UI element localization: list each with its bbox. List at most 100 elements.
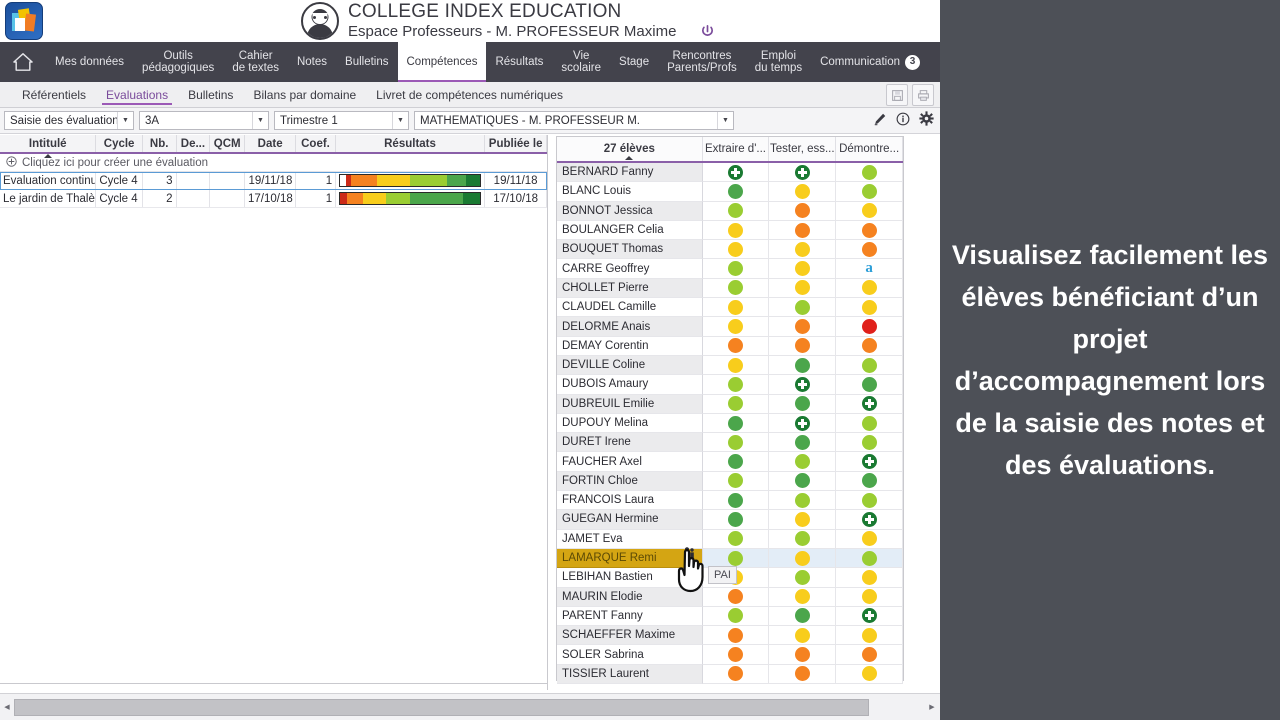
- competency-cell[interactable]: [769, 394, 837, 414]
- info-icon[interactable]: [896, 112, 910, 131]
- subnav-item-bilans-par-domaine[interactable]: Bilans par domaine: [243, 83, 366, 107]
- student-row[interactable]: DUPOUY Melina: [557, 413, 904, 434]
- chevron-down-icon[interactable]: ▼: [252, 112, 268, 129]
- competency-cell[interactable]: [769, 298, 837, 318]
- window-scroll-right-arrow[interactable]: ▶: [924, 703, 940, 711]
- competency-cell[interactable]: [702, 355, 770, 376]
- mode-select[interactable]: Saisie des évaluations ▼: [4, 111, 134, 130]
- student-row[interactable]: FORTIN Chloe: [557, 471, 904, 492]
- competency-cell[interactable]: [769, 317, 837, 337]
- competency-cell[interactable]: [769, 163, 837, 183]
- competency-cell[interactable]: [769, 355, 837, 376]
- competency-cell[interactable]: [836, 664, 904, 685]
- competency-cell[interactable]: [702, 163, 770, 183]
- competency-cell[interactable]: [836, 529, 904, 549]
- competency-cell[interactable]: [836, 317, 904, 337]
- chevron-down-icon[interactable]: ▼: [117, 112, 133, 129]
- student-row[interactable]: BOULANGER Celia: [557, 220, 904, 241]
- competency-cell[interactable]: [769, 548, 837, 569]
- competency-cell[interactable]: [836, 375, 904, 395]
- chevron-down-icon[interactable]: ▼: [717, 112, 733, 129]
- subnav-item-evaluations[interactable]: Evaluations: [96, 83, 178, 107]
- competency-cell[interactable]: [769, 626, 837, 646]
- competency-cell[interactable]: [836, 433, 904, 453]
- window-scroll-thumb[interactable]: [14, 698, 869, 716]
- student-row[interactable]: CARRE Geoffrey a: [557, 259, 904, 279]
- competency-cell[interactable]: [769, 452, 837, 472]
- competency-cell[interactable]: [702, 413, 770, 434]
- competency-cell[interactable]: [702, 298, 770, 318]
- chevron-down-icon[interactable]: ▼: [392, 112, 408, 129]
- competency-cell[interactable]: [702, 510, 770, 530]
- nav-item-emploi-du-temps[interactable]: Emploi du temps: [746, 42, 811, 82]
- student-row[interactable]: FAUCHER Axel: [557, 452, 904, 472]
- eval-col-publi-e-le[interactable]: Publiée le: [485, 135, 547, 152]
- competency-cell[interactable]: [836, 606, 904, 627]
- competency-cell[interactable]: [702, 240, 770, 260]
- competency-cell[interactable]: [836, 491, 904, 511]
- create-evaluation-row[interactable]: Cliquez ici pour créer une évaluation: [0, 154, 547, 172]
- student-row[interactable]: JAMET Eva: [557, 529, 904, 549]
- eval-col-coef[interactable]: Coef.: [296, 135, 336, 152]
- nav-item-cahier-de-textes[interactable]: Cahier de textes: [223, 42, 288, 82]
- competency-cell[interactable]: [836, 355, 904, 376]
- competency-cell[interactable]: [702, 491, 770, 511]
- competency-cell[interactable]: [702, 606, 770, 627]
- eval-col-de[interactable]: De...: [177, 135, 211, 152]
- competency-cell[interactable]: [769, 606, 837, 627]
- evaluation-row[interactable]: Evaluation continu Cycle 4 3 19/11/18 1 19/11…: [0, 172, 547, 190]
- nav-item-r-sultats[interactable]: Résultats: [486, 42, 552, 82]
- competency-cell[interactable]: [702, 645, 770, 665]
- home-icon[interactable]: [0, 42, 46, 82]
- competency-cell[interactable]: [702, 626, 770, 646]
- competency-cell[interactable]: [702, 201, 770, 221]
- student-row[interactable]: TISSIER Laurent: [557, 664, 904, 685]
- subnav-item-livret-de-comp-tences-num-riques[interactable]: Livret de compétences numériques: [366, 83, 573, 107]
- competency-cell[interactable]: [702, 452, 770, 472]
- eval-col-nb[interactable]: Nb.: [143, 135, 177, 152]
- nav-item-notes[interactable]: Notes: [288, 42, 336, 82]
- competency-cell[interactable]: [836, 413, 904, 434]
- competency-cell[interactable]: [702, 529, 770, 549]
- competency-cell[interactable]: [836, 201, 904, 221]
- competency-cell[interactable]: [769, 220, 837, 241]
- window-hscrollbar[interactable]: ◀ ▶: [0, 693, 940, 720]
- competency-cell[interactable]: [836, 240, 904, 260]
- competency-cell[interactable]: [836, 182, 904, 202]
- competency-cell[interactable]: [702, 278, 770, 299]
- settings-gear-icon[interactable]: [919, 111, 934, 131]
- competency-cell[interactable]: [702, 433, 770, 453]
- competency-cell[interactable]: [836, 298, 904, 318]
- competency-col-0[interactable]: Extraire d'...: [703, 137, 770, 161]
- competency-cell[interactable]: [769, 645, 837, 665]
- competency-cell[interactable]: [769, 278, 837, 299]
- students-count-header[interactable]: 27 élèves: [557, 137, 703, 161]
- window-scroll-left-arrow[interactable]: ◀: [0, 703, 14, 711]
- competency-cell[interactable]: [836, 568, 904, 588]
- competency-cell[interactable]: [702, 664, 770, 685]
- competency-cell[interactable]: [836, 336, 904, 356]
- competency-cell[interactable]: [769, 375, 837, 395]
- student-row[interactable]: CLAUDEL Camille: [557, 298, 904, 318]
- student-row[interactable]: SOLER Sabrina: [557, 645, 904, 665]
- class-select[interactable]: 3A ▼: [139, 111, 269, 130]
- student-row[interactable]: PARENT Fanny: [557, 606, 904, 627]
- nav-item-mes-donn-es[interactable]: Mes données: [46, 42, 133, 82]
- competency-cell[interactable]: [836, 645, 904, 665]
- competency-cell[interactable]: [769, 529, 837, 549]
- student-row[interactable]: BERNARD Fanny: [557, 163, 904, 183]
- competency-cell[interactable]: a: [836, 259, 904, 279]
- nav-item-vie-scolaire[interactable]: Vie scolaire: [552, 42, 610, 82]
- competency-cell[interactable]: [702, 182, 770, 202]
- competency-cell[interactable]: [769, 433, 837, 453]
- student-row[interactable]: BOUQUET Thomas: [557, 240, 904, 260]
- competency-cell[interactable]: [702, 317, 770, 337]
- competency-cell[interactable]: [769, 587, 837, 607]
- subnav-item-bulletins[interactable]: Bulletins: [178, 83, 243, 107]
- competency-cell[interactable]: [836, 548, 904, 569]
- competency-col-1[interactable]: Tester, ess...: [769, 137, 837, 161]
- competency-cell[interactable]: [769, 182, 837, 202]
- save-button[interactable]: [886, 84, 908, 106]
- competency-cell[interactable]: [836, 626, 904, 646]
- student-row[interactable]: DUBREUIL Emilie: [557, 394, 904, 414]
